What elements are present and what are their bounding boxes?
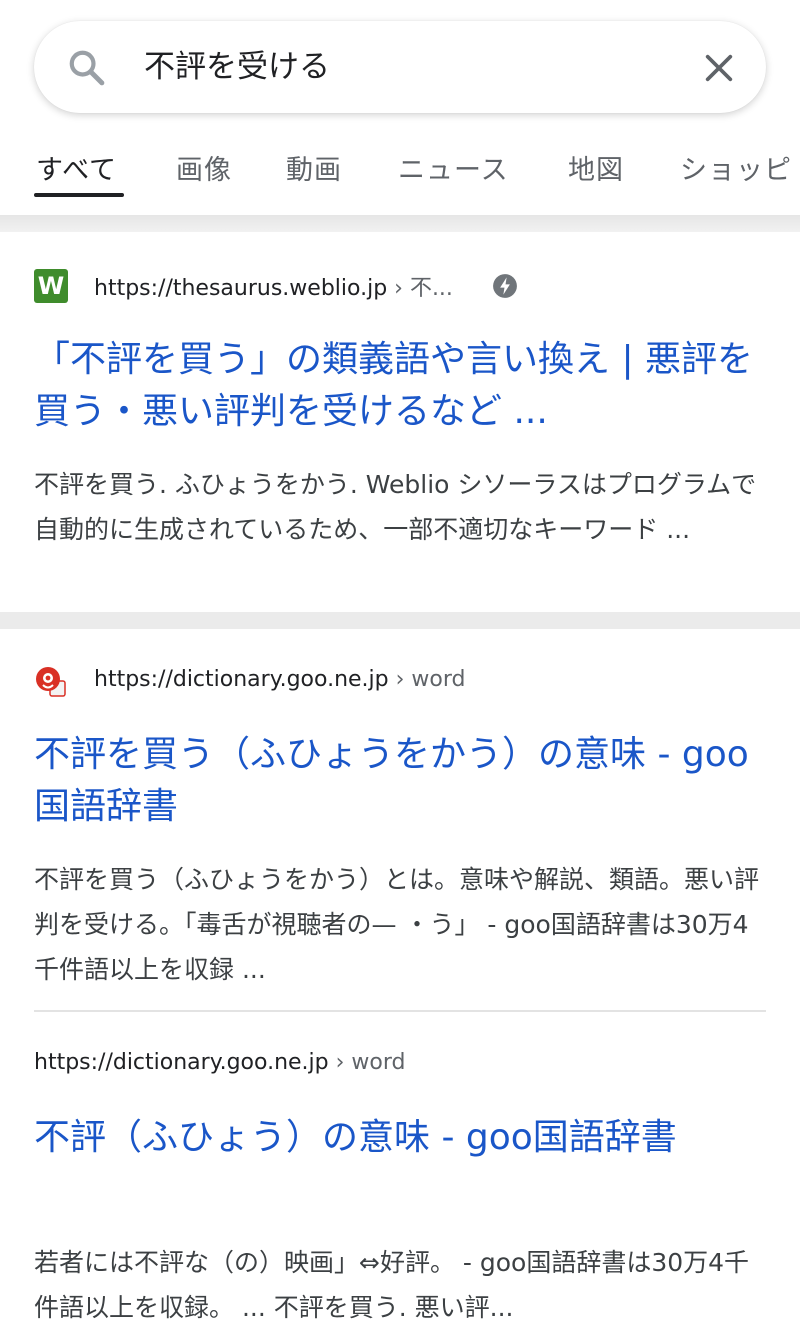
weblio-favicon: W [34, 269, 68, 303]
search-result: https://dictionary.goo.ne.jp › word 不評を買… [0, 629, 800, 1019]
result-url[interactable]: https://dictionary.goo.ne.jp › word [34, 1050, 406, 1075]
close-icon[interactable] [702, 51, 736, 85]
tab-videos[interactable]: 動画 [286, 148, 342, 187]
result-url-domain: https://dictionary.goo.ne.jp [34, 1050, 329, 1075]
search-input[interactable]: 不評を受ける [144, 21, 330, 113]
tab-images[interactable]: 画像 [176, 148, 232, 187]
result-url-path: › word [388, 667, 466, 692]
tab-news[interactable]: ニュース [398, 148, 509, 187]
search-result: W https://thesaurus.weblio.jp › 不... 「不評… [0, 232, 800, 612]
result-url-path: › word [328, 1050, 406, 1075]
result-title-link[interactable]: 不評（ふひょう）の意味 - goo国語辞書 [34, 1112, 774, 1164]
result-snippet: 若者には不評な（の）映画」⇔好評。 - goo国語辞書は30万4千件語以上を収録… [34, 1248, 750, 1322]
search-bar[interactable]: 不評を受ける [34, 21, 766, 113]
result-url-domain: https://thesaurus.weblio.jp [94, 276, 388, 301]
section-divider [0, 215, 800, 232]
goo-favicon-icon [36, 667, 66, 697]
result-url[interactable]: https://thesaurus.weblio.jp › 不... [94, 270, 453, 302]
result-url-path: › 不... [387, 276, 453, 301]
tab-shopping[interactable]: ショッピ [680, 148, 792, 187]
active-tab-indicator [34, 193, 124, 197]
tab-all[interactable]: すべて [36, 148, 117, 187]
amp-lightning-icon [493, 274, 517, 298]
result-title-link[interactable]: 不評を買う（ふひょうをかう）の意味 - goo国語辞書 [34, 729, 774, 833]
search-tabs: すべて 画像 動画 ニュース 地図 ショッピ [0, 136, 800, 202]
result-snippet: 不評を買う（ふひょうをかう）とは。意味や解説、類語。悪い評判を受ける。「毒舌が視… [34, 865, 760, 984]
result-snippet: 不評を買う. ふひょうをかう. Weblio シソーラスはプログラムで自動的に生… [34, 470, 757, 544]
tab-maps[interactable]: 地図 [568, 148, 624, 187]
search-result: https://dictionary.goo.ne.jp › word 不評（ふ… [0, 1012, 800, 1335]
search-icon[interactable] [66, 47, 108, 89]
result-url[interactable]: https://dictionary.goo.ne.jp › word [94, 667, 466, 692]
result-url-domain: https://dictionary.goo.ne.jp [94, 667, 389, 692]
result-title-link[interactable]: 「不評を買う」の類義語や言い換え | 悪評を買う・悪い評判を受けるなど ... [34, 334, 774, 438]
section-divider [0, 612, 800, 629]
